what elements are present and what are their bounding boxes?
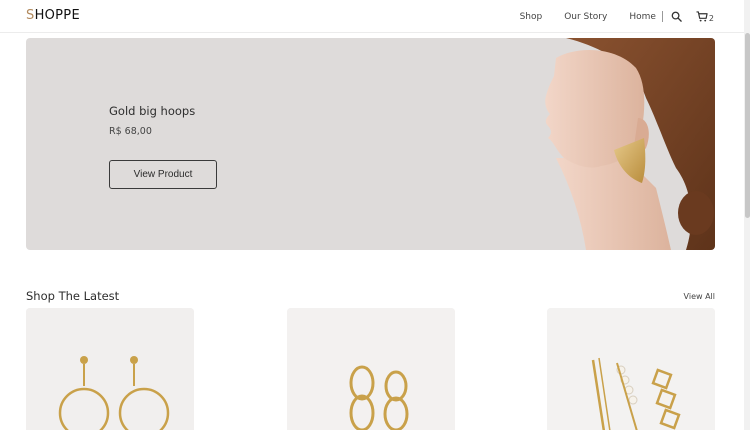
circle-drop-earrings-image bbox=[26, 308, 194, 430]
hero-product-price: R$ 68,00 bbox=[109, 126, 152, 137]
product-card-3[interactable] bbox=[547, 308, 715, 430]
hero-banner: Gold big hoops R$ 68,00 View Product bbox=[26, 38, 715, 250]
logo-text: HOPPE bbox=[34, 8, 80, 23]
top-header: SHOPPE Shop Our Story Home 2 bbox=[0, 0, 750, 33]
nav-our-story[interactable]: Our Story bbox=[564, 12, 607, 22]
nav-divider bbox=[661, 11, 663, 22]
search-button[interactable] bbox=[671, 11, 682, 22]
chain-link-earrings-image bbox=[287, 308, 455, 430]
cart-icon bbox=[696, 11, 708, 22]
nav-home[interactable]: Home bbox=[629, 12, 656, 22]
hero-product-title: Gold big hoops bbox=[109, 104, 196, 118]
scrollbar-thumb[interactable] bbox=[745, 33, 750, 218]
page: SHOPPE Shop Our Story Home 2 Gold big ho… bbox=[0, 0, 750, 430]
section-title: Shop The Latest bbox=[26, 289, 120, 303]
logo[interactable]: SHOPPE bbox=[26, 8, 80, 23]
page-scrollbar[interactable] bbox=[744, 0, 750, 430]
pearl-hair-clips-image bbox=[547, 308, 715, 430]
product-card-1[interactable] bbox=[26, 308, 194, 430]
nav-shop[interactable]: Shop bbox=[520, 12, 543, 22]
view-all-link[interactable]: View All bbox=[684, 292, 715, 301]
product-card-2[interactable] bbox=[287, 308, 455, 430]
main-nav: Shop Our Story Home 2 bbox=[498, 0, 714, 33]
search-icon bbox=[671, 11, 682, 22]
logo-accent-letter: S bbox=[26, 8, 35, 23]
cart-count-badge: 2 bbox=[708, 13, 714, 23]
hero-model-image bbox=[545, 38, 715, 250]
cart-button[interactable]: 2 bbox=[696, 11, 714, 23]
view-product-button[interactable]: View Product bbox=[109, 160, 217, 189]
